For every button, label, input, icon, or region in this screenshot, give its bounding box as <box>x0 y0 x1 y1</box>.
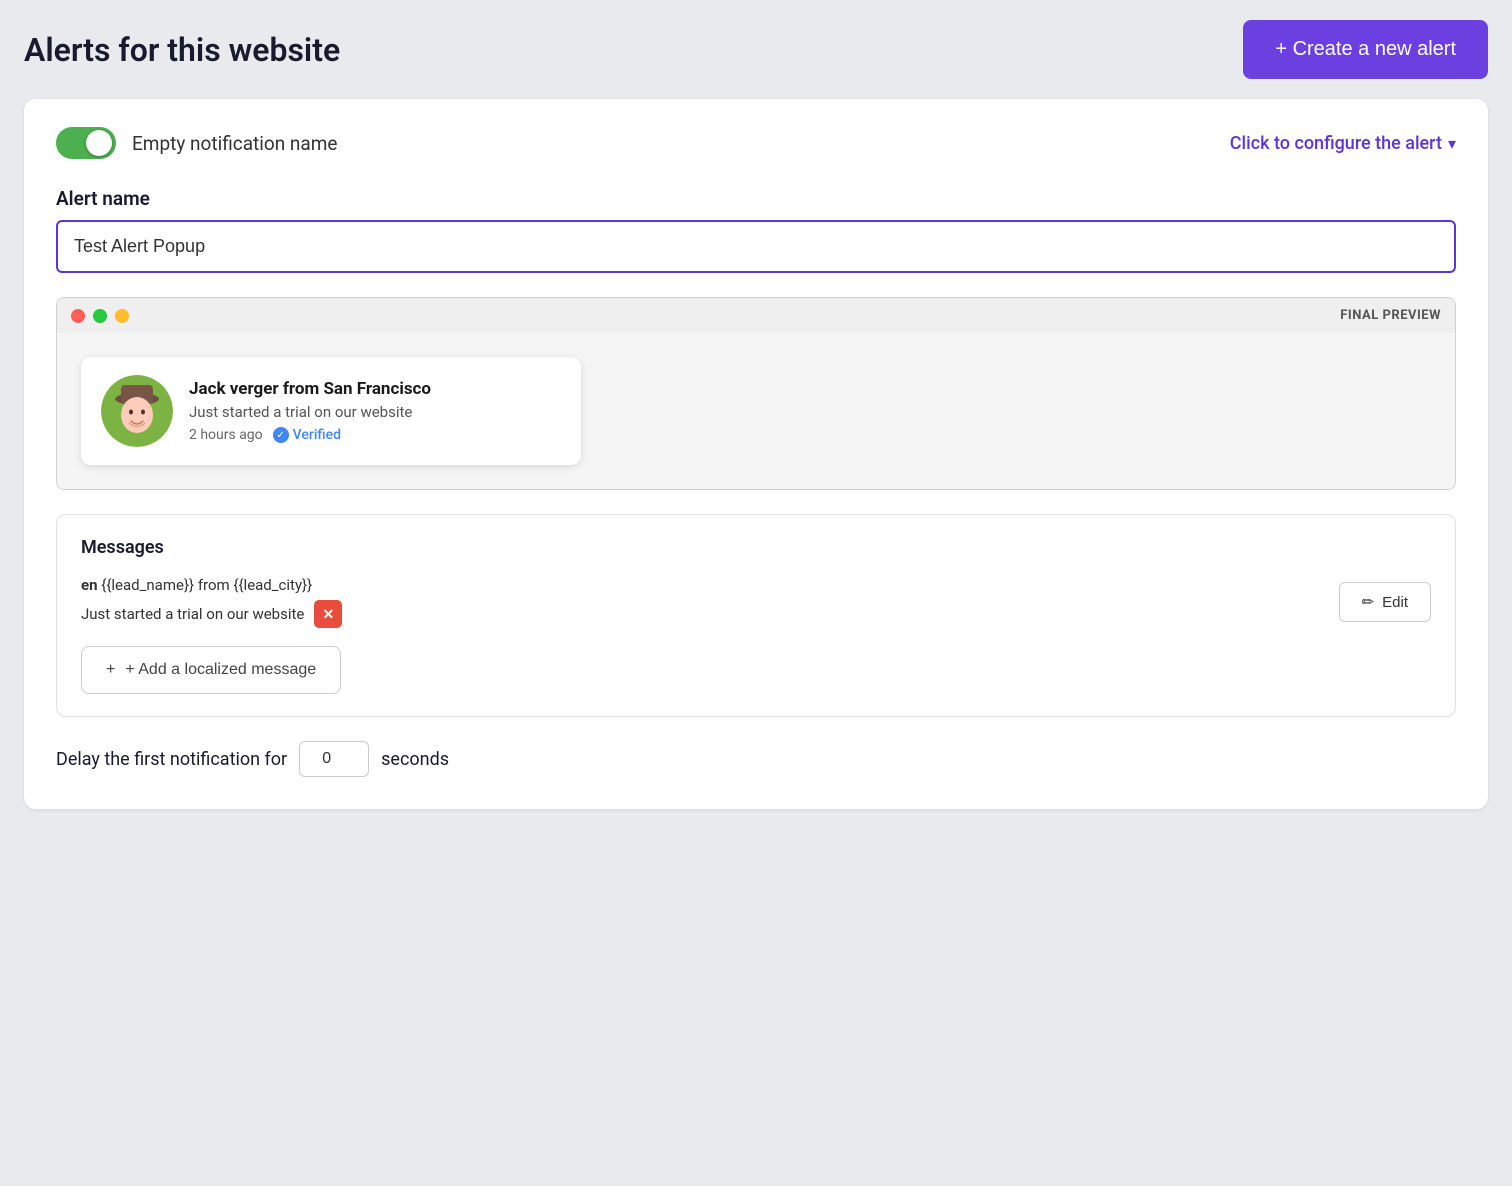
toggle-left: Empty notification name <box>56 127 337 159</box>
notification-name-label: Empty notification name <box>132 132 337 155</box>
message-line-2: Just started a trial on our website ✕ <box>81 600 1319 628</box>
toggle-slider <box>56 127 116 159</box>
chevron-down-icon: ▾ <box>1448 134 1456 153</box>
alert-name-label: Alert name <box>56 187 1456 210</box>
browser-bar: FINAL PREVIEW <box>57 298 1455 333</box>
delay-label-after: seconds <box>381 749 449 770</box>
dot-yellow <box>115 309 129 323</box>
browser-dots <box>71 309 129 323</box>
edit-btn-label: Edit <box>1382 594 1408 611</box>
browser-preview: FINAL PREVIEW <box>56 297 1456 490</box>
time-ago: 2 hours ago <box>189 427 263 443</box>
verified-text: Verified <box>293 427 341 443</box>
toggle-row: Empty notification name Click to configu… <box>56 127 1456 159</box>
preview-sub-text: Just started a trial on our website <box>189 403 431 421</box>
verified-badge: ✓ Verified <box>273 427 341 443</box>
message-content: en {{lead_name}} from {{lead_city}} Just… <box>81 576 1319 628</box>
page-header: Alerts for this website + Create a new a… <box>24 20 1488 79</box>
message-line-1: en {{lead_name}} from {{lead_city}} <box>81 576 1319 594</box>
add-localized-message-button[interactable]: + + Add a localized message <box>81 646 341 694</box>
dot-green <box>93 309 107 323</box>
configure-link-text: Click to configure the alert <box>1230 133 1442 154</box>
message-body: Just started a trial on our website <box>81 605 304 623</box>
page-title: Alerts for this website <box>24 31 340 69</box>
message-template: {{lead_name}} from {{lead_city}} <box>101 576 312 594</box>
delay-row: Delay the first notification for seconds <box>56 741 1456 777</box>
edit-message-button[interactable]: ✏ Edit <box>1339 582 1431 622</box>
messages-title: Messages <box>81 537 1431 558</box>
delete-message-button[interactable]: ✕ <box>314 600 342 628</box>
person-name: Jack verger from San Francisco <box>189 379 431 399</box>
message-row: en {{lead_name}} from {{lead_city}} Just… <box>81 576 1431 628</box>
alert-config-card: Empty notification name Click to configu… <box>24 99 1488 809</box>
preview-label: FINAL PREVIEW <box>1340 308 1441 323</box>
browser-content: Jack verger from San Francisco Just star… <box>57 333 1455 489</box>
verified-check-icon: ✓ <box>273 427 289 443</box>
lang-code: en <box>81 576 98 594</box>
notification-text: Jack verger from San Francisco Just star… <box>189 379 431 443</box>
delay-seconds-input[interactable] <box>299 741 369 777</box>
plus-icon: + <box>106 661 115 679</box>
add-localized-label: + Add a localized message <box>125 661 316 679</box>
messages-section: Messages en {{lead_name}} from {{lead_ci… <box>56 514 1456 717</box>
configure-alert-link[interactable]: Click to configure the alert ▾ <box>1230 133 1456 154</box>
delay-label-before: Delay the first notification for <box>56 749 287 770</box>
dot-red <box>71 309 85 323</box>
create-alert-button[interactable]: + Create a new alert <box>1243 20 1488 79</box>
notification-meta: 2 hours ago ✓ Verified <box>189 427 431 443</box>
alert-name-input[interactable] <box>56 220 1456 273</box>
pencil-icon: ✏ <box>1362 593 1375 611</box>
active-toggle[interactable] <box>56 127 116 159</box>
avatar-image <box>101 375 173 447</box>
avatar <box>101 375 173 447</box>
notification-card: Jack verger from San Francisco Just star… <box>81 357 581 465</box>
